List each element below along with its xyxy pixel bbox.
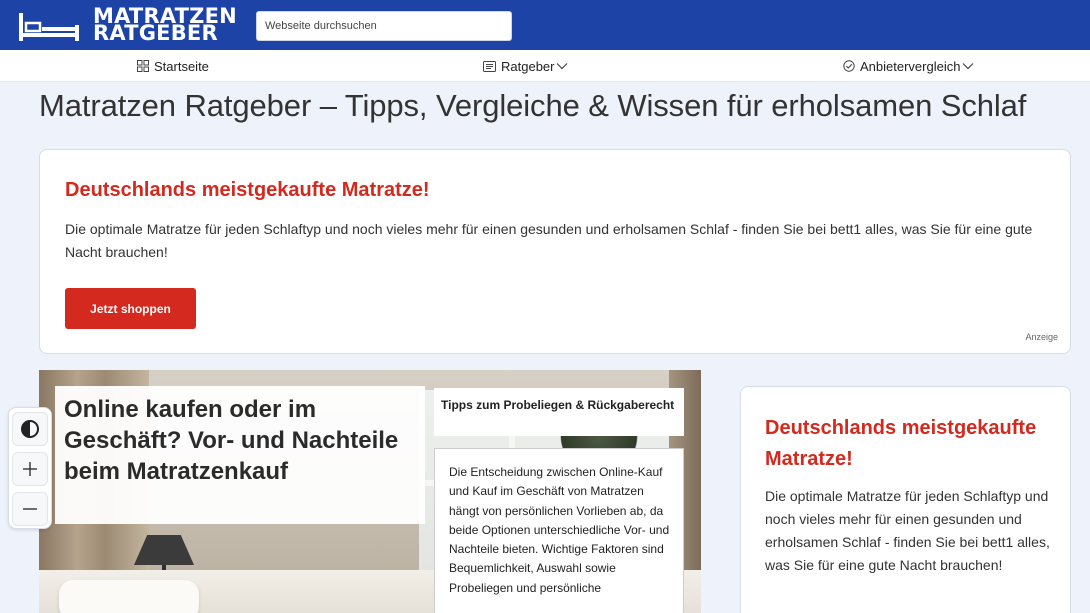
hero-title-box: Online kaufen oder im Geschäft? Vor- und… [55, 386, 425, 524]
ad-banner: Deutschlands meistgekaufte Matratze! Die… [39, 149, 1071, 354]
nav-label-startseite: Startseite [154, 58, 209, 74]
main-nav: Startseite Ratgeber Anbietervergleich [0, 50, 1090, 82]
top-header: MATRATZEN RATGEBER [0, 0, 1090, 50]
search-input[interactable] [256, 11, 512, 41]
zoom-out-button[interactable] [12, 492, 48, 526]
ad-label: Anzeige [1025, 332, 1058, 342]
tips-box: Tipps zum Probeliegen & Rückgaberecht [434, 388, 684, 436]
minus-icon [23, 508, 37, 510]
logo-text: MATRATZEN RATGEBER [93, 6, 237, 45]
bed-icon [19, 13, 79, 41]
check-circle-icon [843, 60, 855, 72]
nav-item-startseite[interactable]: Startseite [137, 50, 209, 82]
sidebar-ad: Deutschlands meistgekaufte Matratze! Die… [740, 386, 1071, 613]
nav-label-anbietervergleich: Anbietervergleich [860, 58, 961, 74]
nav-item-anbietervergleich[interactable]: Anbietervergleich [843, 50, 974, 82]
nav-label-ratgeber: Ratgeber [501, 58, 555, 74]
nav-item-ratgeber[interactable]: Ratgeber [483, 50, 568, 82]
chevron-down-icon [557, 63, 568, 70]
page-title: Matratzen Ratgeber – Tipps, Vergleiche &… [39, 88, 1027, 123]
ad-title: Deutschlands meistgekaufte Matratze! [65, 179, 430, 201]
contrast-button[interactable] [12, 412, 48, 446]
hero-article[interactable]: Online kaufen oder im Geschäft? Vor- und… [39, 370, 701, 613]
logo-line2: RATGEBER [93, 21, 218, 45]
site-logo[interactable]: MATRATZEN RATGEBER [18, 6, 237, 44]
contrast-icon [21, 420, 39, 438]
hero-title[interactable]: Online kaufen oder im Geschäft? Vor- und… [64, 394, 419, 487]
sidebar-ad-title: Deutschlands meistgekaufte Matratze! [765, 417, 1037, 470]
plus-icon [23, 462, 37, 476]
sidebar-ad-text: Die optimale Matratze für jeden Schlafty… [765, 488, 1050, 573]
document-icon [483, 60, 496, 72]
intro-box: Die Entscheidung zwischen Online-Kauf un… [434, 448, 684, 613]
ad-text: Die optimale Matratze für jeden Schlafty… [65, 221, 1033, 260]
grid-icon [137, 60, 149, 72]
accessibility-widget [8, 407, 52, 529]
zoom-in-button[interactable] [12, 452, 48, 486]
shop-now-button[interactable]: Jetzt shoppen [65, 288, 196, 329]
tips-title[interactable]: Tipps zum Probeliegen & Rückgaberecht [441, 396, 677, 415]
hero-image-pillow [59, 580, 199, 613]
chevron-down-icon [963, 63, 974, 70]
intro-text: Die Entscheidung zwischen Online-Kauf un… [449, 465, 670, 595]
